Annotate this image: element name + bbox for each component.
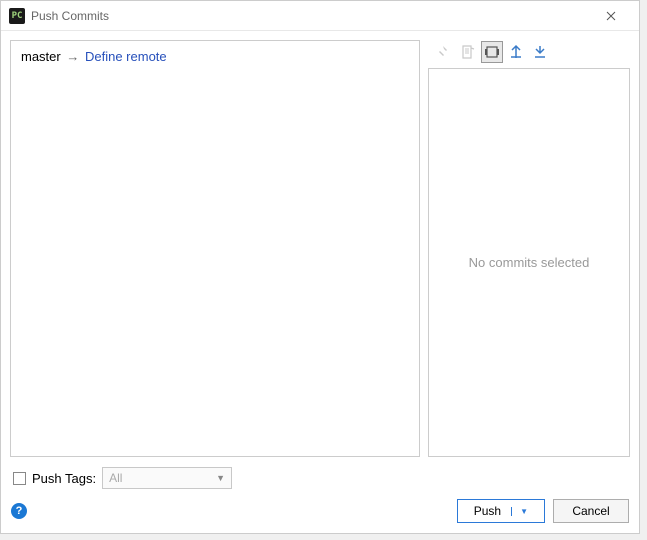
content-area: master → Define remote xyxy=(1,31,639,457)
commit-details-panel: No commits selected xyxy=(428,68,630,457)
push-button-label: Push xyxy=(474,504,501,518)
group-icon xyxy=(484,44,500,60)
commits-tree-panel[interactable]: master → Define remote xyxy=(10,40,420,457)
window-title: Push Commits xyxy=(31,9,591,23)
collapse-button[interactable] xyxy=(529,41,551,63)
close-icon xyxy=(606,11,616,21)
expand-button[interactable] xyxy=(505,41,527,63)
expand-icon xyxy=(508,44,524,60)
arrow-icon: → xyxy=(66,49,79,64)
collapse-icon xyxy=(532,44,548,60)
branch-name: master xyxy=(21,49,61,64)
push-tags-row: Push Tags: All ▼ xyxy=(11,463,629,499)
no-commits-label: No commits selected xyxy=(469,255,590,270)
edit-button[interactable] xyxy=(457,41,479,63)
close-button[interactable] xyxy=(591,2,631,30)
push-dropdown-icon[interactable]: ▼ xyxy=(511,507,528,516)
edit-icon xyxy=(460,44,476,60)
branch-row[interactable]: master → Define remote xyxy=(21,49,409,64)
help-icon: ? xyxy=(16,505,23,517)
push-tags-checkbox[interactable] xyxy=(13,472,26,485)
titlebar: PC Push Commits xyxy=(1,1,639,31)
push-commits-dialog: PC Push Commits master → Define remote xyxy=(0,0,640,534)
chevron-down-icon: ▼ xyxy=(216,473,225,483)
pin-button[interactable] xyxy=(433,41,455,63)
push-button[interactable]: Push ▼ xyxy=(457,499,545,523)
cancel-button[interactable]: Cancel xyxy=(553,499,629,523)
push-tags-selected: All xyxy=(109,471,122,485)
group-button[interactable] xyxy=(481,41,503,63)
pin-icon xyxy=(436,44,452,60)
cancel-button-label: Cancel xyxy=(572,504,609,518)
help-button[interactable]: ? xyxy=(11,503,27,519)
details-toolbar xyxy=(428,40,630,64)
push-tags-select[interactable]: All ▼ xyxy=(102,467,232,489)
bottom-bar: Push Tags: All ▼ ? Push ▼ Cancel xyxy=(1,457,639,533)
app-icon: PC xyxy=(9,8,25,24)
details-side: No commits selected xyxy=(428,40,630,457)
push-tags-label: Push Tags: xyxy=(32,471,96,486)
define-remote-link[interactable]: Define remote xyxy=(85,49,167,64)
button-row: ? Push ▼ Cancel xyxy=(11,499,629,523)
